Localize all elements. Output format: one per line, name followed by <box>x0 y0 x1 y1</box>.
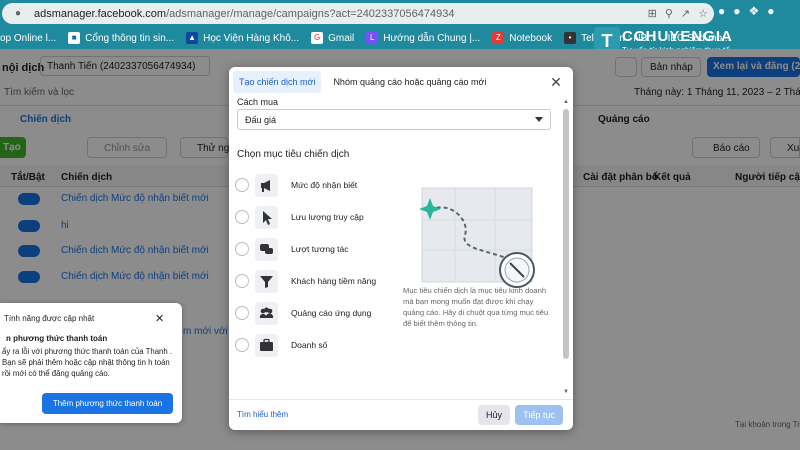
bookmark-label: Gmail <box>328 32 355 44</box>
buying-type-value: Đấu giá <box>245 114 277 125</box>
bookmark-item[interactable]: ▲ Học Viện Hàng Khô... <box>186 32 299 44</box>
scrollbar-thumb[interactable] <box>563 109 569 359</box>
address-bar[interactable]: ● adsmanager.facebook.com /adsmanager/ma… <box>2 3 714 24</box>
puzzle-icon[interactable]: ❖ <box>749 4 760 18</box>
extension-icon[interactable]: ● <box>718 4 725 18</box>
cancel-button[interactable]: Hủy <box>478 405 510 425</box>
buying-type-select[interactable]: Đấu giá <box>237 109 551 130</box>
objective-label: Lượt tương tác <box>291 244 349 254</box>
tab-existing-campaign[interactable]: Nhóm quảng cáo hoặc quảng cáo mới <box>327 71 492 93</box>
megaphone-icon <box>255 174 278 197</box>
objective-option-sales[interactable]: Doanh số <box>235 333 385 357</box>
payment-notice-card: Tính năng được cập nhật ✕ n phương thức … <box>0 303 182 423</box>
radio-button[interactable] <box>235 274 249 288</box>
bookmark-item[interactable]: Z Notebook <box>492 32 552 44</box>
objective-description: Mục tiêu chiến dịch là mục tiêu kinh doa… <box>403 286 549 328</box>
chat-bubbles-icon <box>255 238 278 261</box>
bookmark-favicon: ▲ <box>186 32 199 44</box>
objective-option-engagement[interactable]: Lượt tương tác <box>235 237 385 261</box>
watermark-name: CCHUYENGIA <box>622 28 733 45</box>
extensions-area: ● ● ❖ ● <box>718 4 775 18</box>
objective-heading: Chọn mục tiêu chiến dịch <box>237 149 350 160</box>
objective-label: Khách hàng tiềm năng <box>291 276 377 286</box>
gmail-icon: G <box>311 32 324 44</box>
url-path: /adsmanager/manage/campaigns?act=2402337… <box>166 7 455 20</box>
zoom-icon[interactable]: ⚲ <box>665 7 673 20</box>
dialog-body: Cách mua Đấu giá Chọn mục tiêu chiến dịc… <box>229 97 573 399</box>
objective-option-awareness[interactable]: Mức độ nhận biết <box>235 173 385 197</box>
radio-button[interactable] <box>235 306 249 320</box>
dialog-tabs: Tạo chiến dịch mới Nhóm quảng cáo hoặc q… <box>233 71 492 95</box>
radio-button[interactable] <box>235 338 249 352</box>
bookmark-item[interactable]: L Hướng dẫn Chung |... <box>366 32 480 44</box>
bookmark-item[interactable]: op Online l... <box>0 33 56 44</box>
bookmark-label: Hướng dẫn Chung |... <box>383 32 481 44</box>
lock-icon[interactable]: ● <box>10 8 26 19</box>
people-icon <box>255 302 278 325</box>
address-bar-actions: ⊞ ⚲ ↗ ☆ <box>648 7 708 20</box>
notice-title: n phương thức thanh toán <box>6 334 108 343</box>
objective-label: Quảng cáo ứng dụng <box>291 308 372 318</box>
scroll-up-icon[interactable]: ▲ <box>563 99 569 105</box>
objective-label: Doanh số <box>291 340 328 350</box>
extension-icon[interactable]: ● <box>733 4 740 18</box>
tab-new-campaign[interactable]: Tạo chiến dịch mới <box>233 71 322 93</box>
bookmark-item[interactable]: ■ Cổng thông tin sin... <box>68 32 174 44</box>
learn-more-link[interactable]: Tìm hiểu thêm <box>237 410 288 419</box>
bookmark-label: Cổng thông tin sin... <box>85 32 175 44</box>
objective-label: Mức độ nhận biết <box>291 180 358 190</box>
star-icon[interactable]: ☆ <box>698 7 708 20</box>
radio-button[interactable] <box>235 178 249 192</box>
profile-icon[interactable]: ● <box>767 4 774 18</box>
objective-option-traffic[interactable]: Lưu lượng truy cập <box>235 205 385 229</box>
dialog-scrollbar[interactable]: ▲ ▼ <box>562 97 569 399</box>
bookmark-label: Học Viện Hàng Khô... <box>203 32 300 44</box>
objective-option-app-promotion[interactable]: Quảng cáo ứng dụng <box>235 301 385 325</box>
install-icon[interactable]: ⊞ <box>648 7 657 20</box>
bookmark-favicon: • <box>564 32 577 44</box>
url-domain: adsmanager.facebook.com <box>34 7 167 20</box>
objective-option-leads[interactable]: Khách hàng tiềm năng <box>235 269 385 293</box>
funnel-icon <box>255 270 278 293</box>
share-icon[interactable]: ↗ <box>681 7 690 20</box>
screen: ● adsmanager.facebook.com /adsmanager/ma… <box>0 0 800 450</box>
continue-button[interactable]: Tiếp tục <box>515 405 563 425</box>
notice-heading: Tính năng được cập nhật <box>4 314 95 323</box>
bookmark-favicon: ■ <box>68 32 81 44</box>
close-icon[interactable]: ✕ <box>155 312 164 325</box>
add-payment-method-button[interactable]: Thêm phương thức thanh toán <box>42 393 173 414</box>
dialog-footer: Tìm hiểu thêm Hủy Tiếp tục <box>229 399 573 430</box>
bookmark-item[interactable]: G Gmail <box>311 32 354 44</box>
bookmark-label: Notebook <box>509 32 553 44</box>
bookmark-favicon: L <box>366 32 379 44</box>
cursor-icon <box>255 206 278 229</box>
notice-body: ẩy ra lỗi với phương thức thanh toán của… <box>2 347 173 378</box>
radio-button[interactable] <box>235 242 249 256</box>
browser-toolbar: ● adsmanager.facebook.com /adsmanager/ma… <box>0 0 800 27</box>
notebook-icon: Z <box>492 32 505 44</box>
chevron-down-icon <box>535 117 543 122</box>
close-icon[interactable]: ✕ <box>549 74 563 91</box>
buying-type-label: Cách mua <box>237 97 279 107</box>
briefcase-icon <box>255 334 278 357</box>
radio-button[interactable] <box>235 210 249 224</box>
scroll-down-icon[interactable]: ▼ <box>563 389 569 395</box>
objective-label: Lưu lượng truy cập <box>291 212 364 222</box>
bookmark-label: op Online l... <box>0 32 57 44</box>
create-campaign-dialog: Tạo chiến dịch mới Nhóm quảng cáo hoặc q… <box>229 67 573 430</box>
